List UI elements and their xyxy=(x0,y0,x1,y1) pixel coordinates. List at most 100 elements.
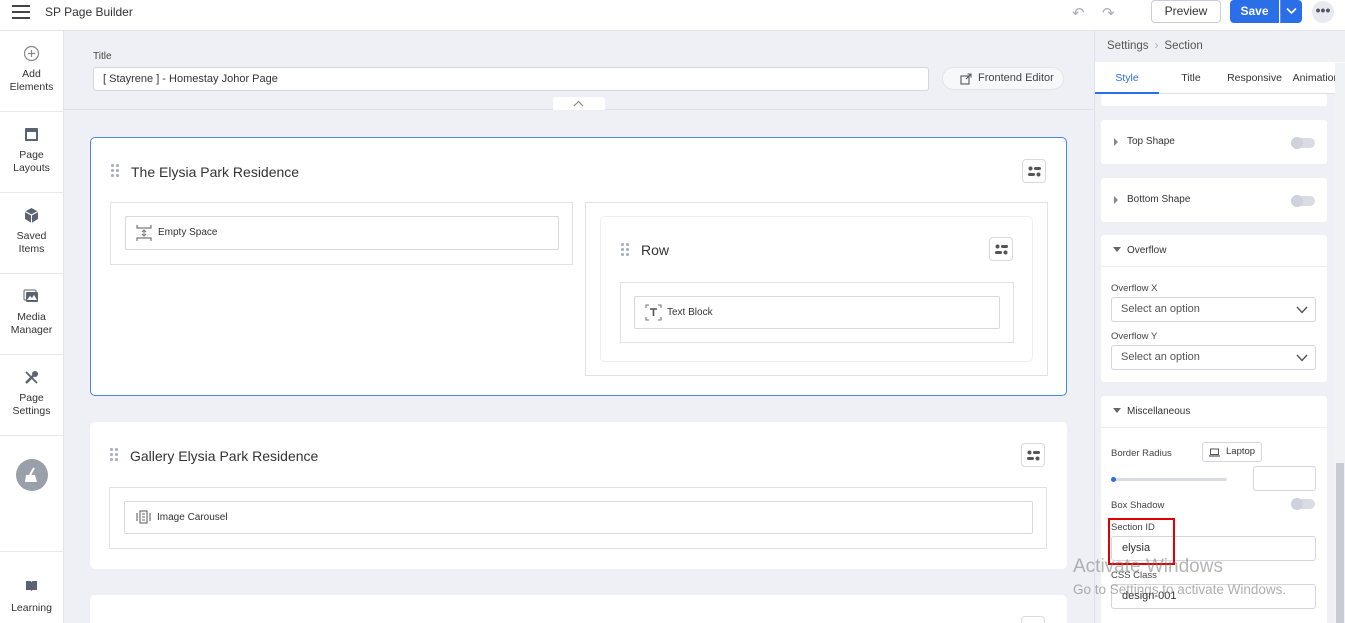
tab-style[interactable]: Style xyxy=(1095,62,1159,94)
rail-item-page-settings[interactable]: Page Settings xyxy=(0,355,63,436)
layout-icon xyxy=(25,128,38,141)
tab-responsive[interactable]: Responsive xyxy=(1223,62,1286,94)
inner-row[interactable]: Row Text Block xyxy=(600,216,1033,362)
box-icon xyxy=(24,208,39,223)
section-options-button[interactable] xyxy=(1021,443,1045,467)
left-rail: Add Elements Page Layouts Saved Items Media… xyxy=(0,31,64,623)
overflow-header[interactable]: Overflow xyxy=(1101,235,1327,267)
options-icon xyxy=(1028,166,1041,177)
preview-button[interactable]: Preview xyxy=(1151,0,1221,23)
row-title: Row xyxy=(641,242,670,258)
chevron-down-icon xyxy=(1296,306,1308,314)
chevron-down-icon xyxy=(1296,354,1308,362)
save-dropdown-button[interactable] xyxy=(1280,0,1302,23)
breadcrumb-current: Section xyxy=(1164,40,1203,52)
collapse-title-button[interactable] xyxy=(553,97,605,110)
box-shadow-toggle[interactable] xyxy=(1291,498,1315,510)
section-next[interactable] xyxy=(90,595,1067,623)
box-shadow-label: Box Shadow xyxy=(1111,500,1165,511)
options-icon xyxy=(995,244,1008,255)
tab-title[interactable]: Title xyxy=(1159,62,1223,94)
caret-down-icon xyxy=(1113,247,1121,252)
media-icon xyxy=(23,289,38,302)
settings-group-clipped xyxy=(1101,94,1327,106)
device-label: Laptop xyxy=(1226,446,1256,457)
section-title: The Elysia Park Residence xyxy=(131,164,300,180)
activate-windows-subtext: Go to Settings to activate Windows. xyxy=(1073,582,1287,597)
border-radius-slider[interactable] xyxy=(1111,477,1227,482)
text-block-icon xyxy=(645,304,662,321)
rail-item-saved-items[interactable]: Saved Items xyxy=(0,193,63,274)
overflow-x-select[interactable]: Select an option xyxy=(1111,297,1316,322)
overflow-x-placeholder: Select an option xyxy=(1121,303,1200,315)
rail-label: Learning xyxy=(11,602,52,614)
rail-label: Layouts xyxy=(13,162,50,174)
device-switch-button[interactable]: Laptop xyxy=(1202,442,1262,462)
column[interactable]: Row Text Block xyxy=(585,202,1048,376)
drag-handle-icon[interactable] xyxy=(621,243,629,257)
activate-windows-watermark: Activate Windows xyxy=(1073,556,1223,577)
section-options-button[interactable] xyxy=(1021,616,1045,623)
section-gallery[interactable]: Gallery Elysia Park Residence Image Caro… xyxy=(90,422,1067,569)
settings-group-overflow: Overflow Overflow X Select an option Ove… xyxy=(1101,235,1327,382)
overflow-y-placeholder: Select an option xyxy=(1121,351,1200,363)
title-label: Title xyxy=(93,51,112,62)
addon-empty-space[interactable]: Empty Space xyxy=(125,216,559,250)
app-title: SP Page Builder xyxy=(45,5,133,19)
rail-label: Manager xyxy=(10,324,53,336)
addon-label: Text Block xyxy=(667,307,713,318)
broom-icon[interactable] xyxy=(16,459,48,491)
breadcrumb: Settings › Section xyxy=(1107,40,1203,52)
miscellaneous-header[interactable]: Miscellaneous xyxy=(1101,396,1327,428)
overflow-y-label: Overflow Y xyxy=(1111,331,1158,342)
row-options-button[interactable] xyxy=(989,237,1013,261)
rail-label: Saved xyxy=(16,230,47,242)
rail-item-page-layouts[interactable]: Page Layouts xyxy=(0,112,63,193)
laptop-icon xyxy=(1209,448,1220,457)
rail-label: Page xyxy=(19,149,44,161)
border-radius-input[interactable] xyxy=(1253,466,1316,491)
redo-icon[interactable]: ↷ xyxy=(1102,4,1115,22)
top-shape-label: Top Shape xyxy=(1127,136,1175,147)
inner-column[interactable]: Text Block xyxy=(620,282,1014,343)
save-button[interactable]: Save xyxy=(1230,0,1279,23)
caret-right-icon xyxy=(1114,138,1118,146)
rail-label: Elements xyxy=(9,81,54,93)
frontend-editor-label: Frontend Editor xyxy=(978,72,1054,84)
top-bar: SP Page Builder ↶ ↷ Preview Save ••• xyxy=(0,0,1345,31)
page-title-input[interactable]: [ Stayrene ] - Homestay Johor Page xyxy=(93,67,929,91)
hamburger-menu-icon[interactable] xyxy=(12,5,30,19)
drag-handle-icon[interactable] xyxy=(111,164,119,178)
book-icon xyxy=(26,581,37,591)
addon-image-carousel[interactable]: Image Carousel xyxy=(124,501,1033,534)
settings-group-bottom-shape[interactable]: Bottom Shape xyxy=(1101,178,1327,222)
external-link-icon xyxy=(960,73,972,85)
panel-scrollbar[interactable] xyxy=(1335,63,1345,623)
addon-text-block[interactable]: Text Block xyxy=(634,296,1000,329)
section-options-button[interactable] xyxy=(1022,159,1046,183)
top-shape-toggle[interactable] xyxy=(1291,137,1315,149)
rail-label: Settings xyxy=(12,405,51,417)
undo-icon[interactable]: ↶ xyxy=(1072,4,1085,22)
overflow-y-select[interactable]: Select an option xyxy=(1111,345,1316,370)
tools-icon xyxy=(25,371,38,384)
settings-group-top-shape[interactable]: Top Shape xyxy=(1101,120,1327,164)
rail-item-learning[interactable]: Learning xyxy=(0,551,63,623)
rail-label: Page xyxy=(19,392,44,404)
section-title: Gallery Elysia Park Residence xyxy=(130,448,319,464)
rail-item-add-elements[interactable]: Add Elements xyxy=(0,31,63,112)
overflow-x-label: Overflow X xyxy=(1111,283,1158,294)
more-options-button[interactable]: ••• xyxy=(1312,1,1334,23)
rail-item-media-manager[interactable]: Media Manager xyxy=(0,274,63,355)
frontend-editor-button[interactable]: Frontend Editor xyxy=(942,67,1064,90)
section-elysia-park-residence[interactable]: The Elysia Park Residence Empty Space Ro… xyxy=(90,137,1067,396)
slider-thumb[interactable] xyxy=(1111,477,1116,482)
column[interactable]: Empty Space xyxy=(110,202,573,265)
bottom-shape-toggle[interactable] xyxy=(1291,195,1315,207)
miscellaneous-title: Miscellaneous xyxy=(1127,406,1191,417)
breadcrumb-root[interactable]: Settings xyxy=(1107,40,1149,52)
scrollbar-thumb[interactable] xyxy=(1336,463,1344,623)
drag-handle-icon[interactable] xyxy=(110,448,118,462)
column[interactable]: Image Carousel xyxy=(109,487,1047,549)
chevron-up-icon xyxy=(573,100,584,107)
